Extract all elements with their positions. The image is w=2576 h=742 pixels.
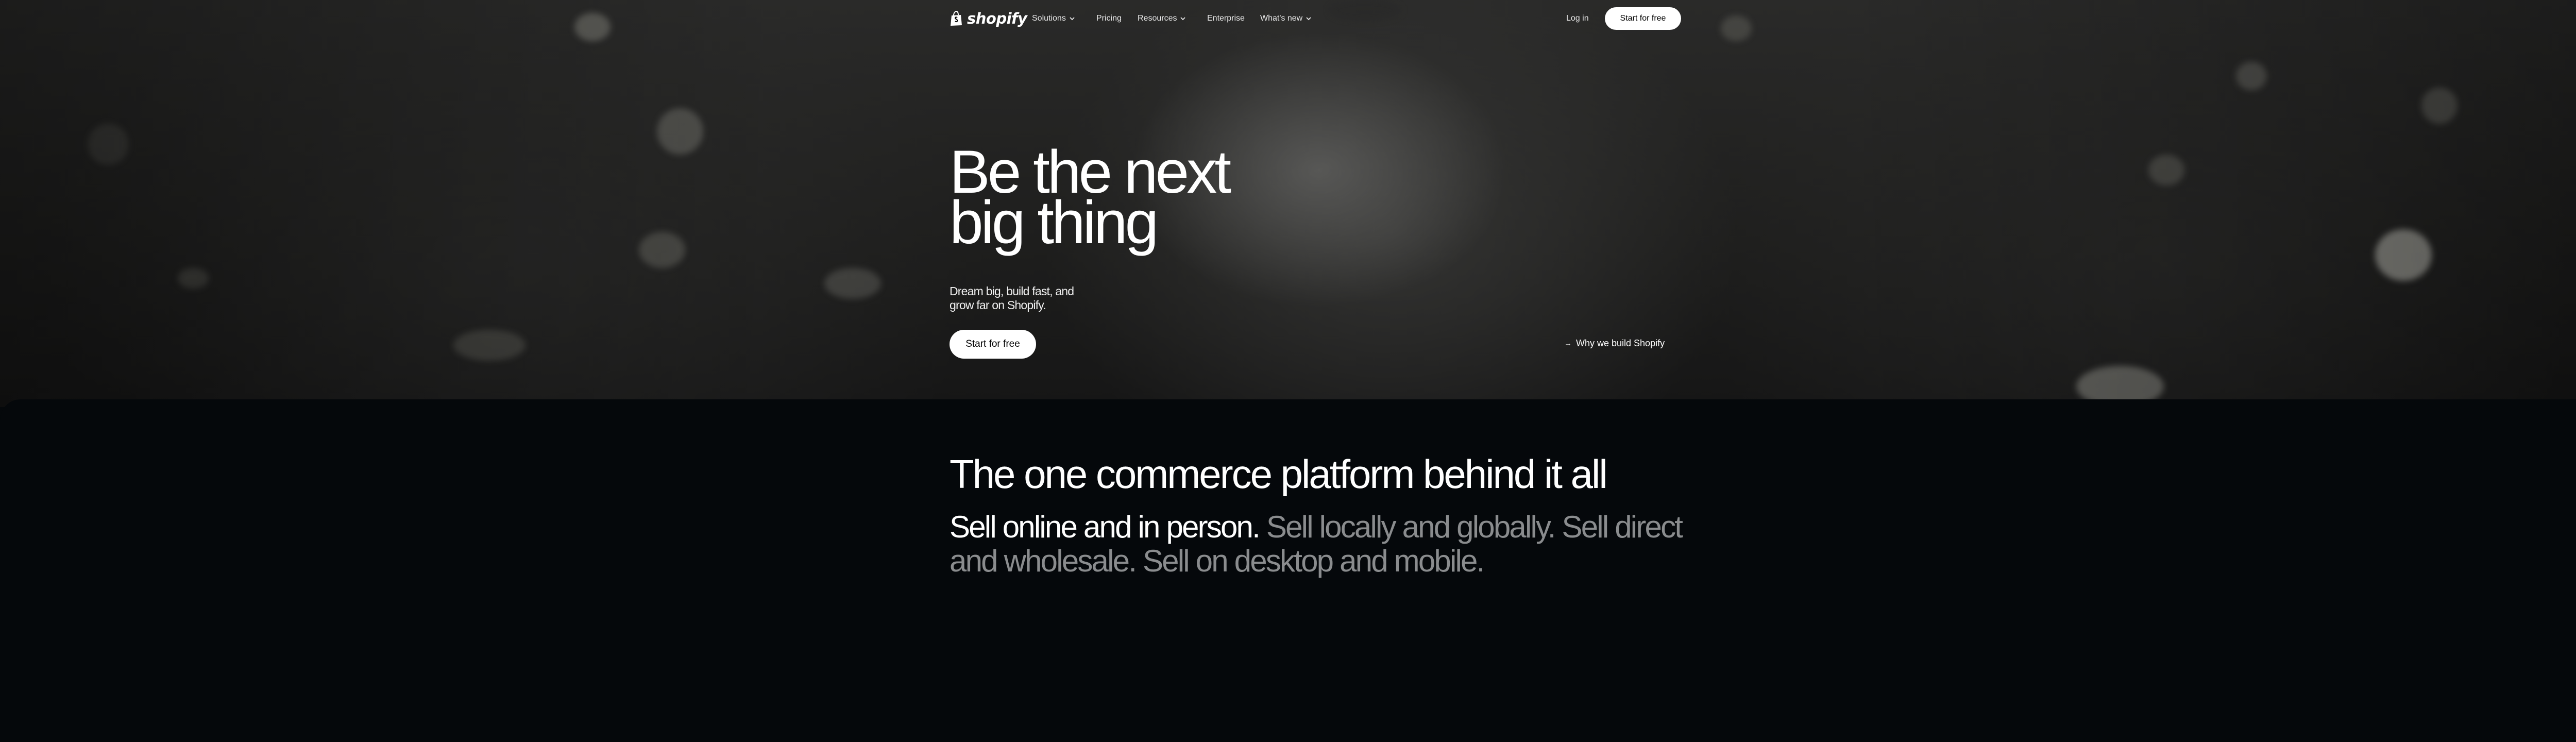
section-body: Sell online and in person. Sell locally … <box>950 510 1686 578</box>
nav-solutions[interactable]: Solutions <box>1032 14 1075 23</box>
nav-whats-new-label: What's new <box>1260 14 1303 23</box>
logo-wordmark: shopify <box>967 10 1027 27</box>
start-free-button-hero[interactable]: Start for free <box>950 330 1036 359</box>
section-title: The one commerce platform behind it all <box>950 451 1608 497</box>
hero-subtext: Dream big, build fast, and grow far on S… <box>950 284 1074 312</box>
nav-pricing[interactable]: Pricing <box>1096 14 1122 23</box>
login-link[interactable]: Log in <box>1566 14 1589 23</box>
nav-enterprise[interactable]: Enterprise <box>1207 14 1245 23</box>
shopping-bag-icon <box>951 11 962 26</box>
why-we-build-label: Why we build Shopify <box>1576 338 1665 348</box>
nav-resources-label: Resources <box>1138 14 1177 23</box>
nav-whats-new[interactable]: What's new <box>1260 14 1312 23</box>
nav-enterprise-label: Enterprise <box>1207 14 1245 23</box>
section-body-highlight: Sell online and in person. <box>950 510 1261 544</box>
chevron-down-icon <box>1070 17 1075 21</box>
nav-resources[interactable]: Resources <box>1138 14 1186 23</box>
hero-headline: Be the next big thing <box>950 142 1413 253</box>
hero-headline-line2: big thing <box>950 189 1159 257</box>
platform-section: The one commerce platform behind it all … <box>0 399 2576 742</box>
arrow-icon: → <box>1564 339 1572 348</box>
top-nav: shopify Solutions Pricing Resources Ente… <box>950 7 1681 31</box>
shopify-logo[interactable]: shopify <box>950 10 1027 27</box>
start-free-button-nav[interactable]: Start for free <box>1605 7 1681 30</box>
why-we-build-link[interactable]: → Why we build Shopify <box>1564 338 1665 349</box>
chevron-down-icon <box>1306 17 1311 21</box>
nav-pricing-label: Pricing <box>1096 14 1122 23</box>
chevron-down-icon <box>1180 17 1186 21</box>
nav-solutions-label: Solutions <box>1032 14 1066 23</box>
